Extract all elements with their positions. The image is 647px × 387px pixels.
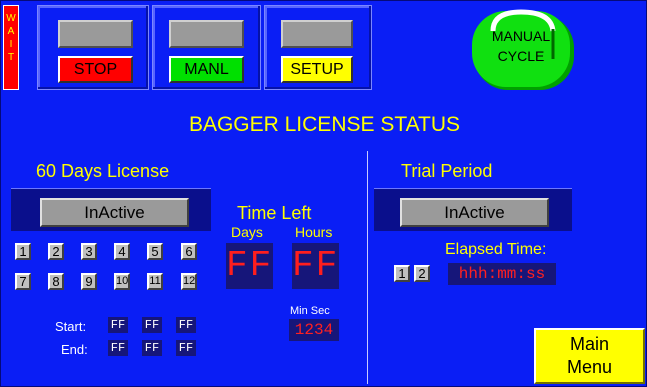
wait-letter: A <box>7 26 15 37</box>
main-menu-button[interactable]: Main Menu <box>534 328 645 384</box>
license-button-8[interactable]: 8 <box>48 273 64 290</box>
license-button-5[interactable]: 5 <box>147 243 163 260</box>
min-sec-label: Min Sec <box>290 305 330 317</box>
start-label: Start: <box>55 319 87 334</box>
time-left-heading: Time Left <box>237 203 312 223</box>
elapsed-time-label: Elapsed Time: <box>445 241 547 258</box>
stop-button[interactable]: STOP <box>58 56 133 83</box>
main-menu-label-line2: Menu <box>566 357 613 377</box>
license-button-3[interactable]: 3 <box>81 243 97 260</box>
license-button-2[interactable]: 2 <box>48 243 64 260</box>
hmi-screen: W A I T STOP MANL SETUP MANUAL CYCLE BAG… <box>0 0 647 387</box>
license-button-11[interactable]: 11 <box>147 273 163 290</box>
trial-button-2[interactable]: 2 <box>414 265 430 282</box>
setup-panel: SETUP <box>264 5 372 90</box>
license-status-bar: InActive <box>11 188 211 231</box>
start-value: FF <box>108 317 128 333</box>
manual-cycle-label-line2: CYCLE <box>497 48 545 64</box>
license-button-4[interactable]: 4 <box>114 243 130 260</box>
manl-status-indicator <box>169 20 244 48</box>
license-button-10[interactable]: 10 <box>114 273 130 290</box>
trial-status-bar: InActive <box>374 188 572 231</box>
manual-cycle-label-line1: MANUAL <box>491 28 551 44</box>
stop-panel: STOP <box>37 5 149 90</box>
wait-letter: W <box>6 13 16 24</box>
start-value: FF <box>142 317 162 333</box>
main-menu-label-line1: Main <box>569 334 609 354</box>
section-divider <box>367 151 368 384</box>
manl-panel: MANL <box>152 5 261 90</box>
days-value: FF <box>226 243 273 289</box>
start-value: FF <box>176 317 196 333</box>
end-value: FF <box>176 340 196 356</box>
setup-status-indicator <box>281 20 353 48</box>
min-sec-value: 1234 <box>289 319 339 341</box>
days-label: Days <box>231 224 263 240</box>
manual-cycle-button[interactable]: MANUAL CYCLE <box>471 9 577 93</box>
license-button-9[interactable]: 9 <box>81 273 97 290</box>
setup-button[interactable]: SETUP <box>281 56 353 83</box>
stop-status-indicator <box>58 20 133 48</box>
license-button-1[interactable]: 1 <box>15 243 31 260</box>
hours-value: FF <box>292 243 339 289</box>
end-value: FF <box>108 340 128 356</box>
license-button-7[interactable]: 7 <box>15 273 31 290</box>
license-button-12[interactable]: 12 <box>181 273 197 290</box>
end-value: FF <box>142 340 162 356</box>
wait-letter: T <box>7 52 15 63</box>
manl-button[interactable]: MANL <box>169 56 244 83</box>
elapsed-time-value: hhh:mm:ss <box>448 263 556 285</box>
hours-label: Hours <box>295 224 333 240</box>
license-status-indicator: InActive <box>40 198 189 227</box>
trial-button-1[interactable]: 1 <box>394 265 410 282</box>
license-heading: 60 Days License <box>36 161 170 181</box>
license-button-6[interactable]: 6 <box>181 243 197 260</box>
trial-heading: Trial Period <box>401 161 493 181</box>
page-title: BAGGER LICENSE STATUS <box>188 113 461 136</box>
trial-status-indicator: InActive <box>400 198 549 227</box>
wait-indicator: W A I T <box>3 5 19 90</box>
wait-letter: I <box>9 39 13 50</box>
end-label: End: <box>61 342 88 357</box>
